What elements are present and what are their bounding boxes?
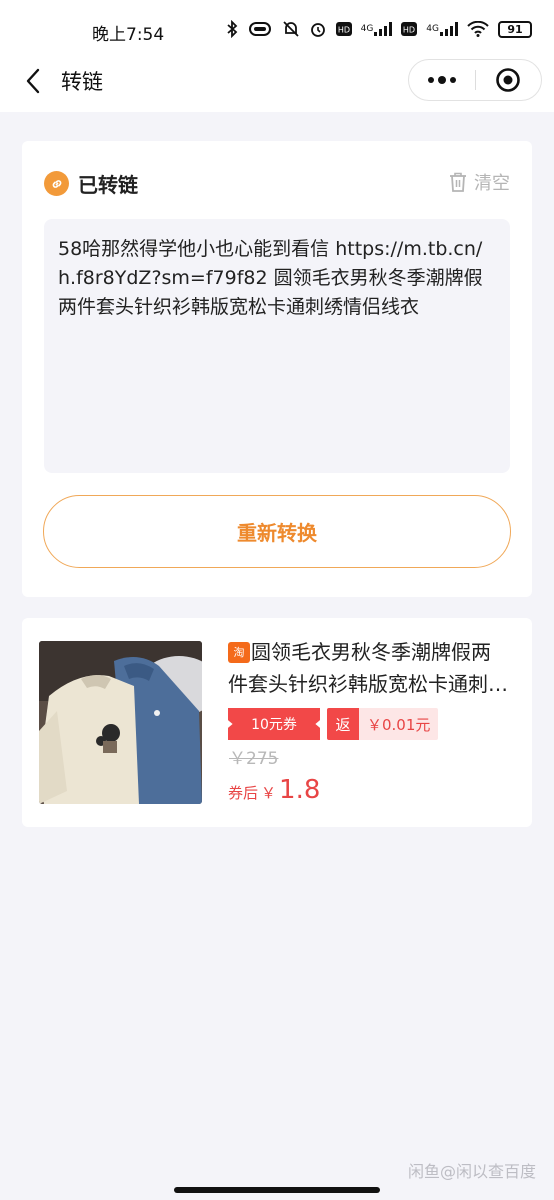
alarm-icon (309, 20, 327, 38)
nav-bar: 转链 (0, 50, 554, 112)
more-dots-icon (438, 76, 446, 84)
link-icon (44, 171, 69, 196)
reconvert-button[interactable]: 重新转换 (43, 495, 511, 568)
final-price-currency: ￥ (261, 784, 277, 802)
watermark: 闲鱼@闲以查百度 (407, 1162, 536, 1181)
bluetooth-icon (226, 20, 238, 38)
battery-icon: 91 (498, 20, 532, 38)
coupon-badge: 10元券 (228, 708, 320, 740)
signal-icon: 4G (361, 22, 393, 36)
chevron-left-icon (26, 68, 40, 94)
more-dots-icon (450, 77, 456, 83)
converted-text-area[interactable]: 58哈那然得学他小也心能到看信 https://m.tb.cn/h.f8r8Yd… (44, 219, 510, 473)
svg-text:HD: HD (403, 26, 415, 35)
close-mini-program-button[interactable] (476, 60, 541, 100)
final-price-label: 券后 (228, 784, 259, 802)
product-image[interactable] (39, 641, 202, 804)
converted-title: 已转链 (78, 173, 138, 197)
hd-icon: HD (335, 22, 352, 36)
original-price: ￥275 (229, 749, 279, 769)
product-title-text: 圆领毛衣男秋冬季潮牌假两件套头针织衫韩版宽松卡通刺绣情侣线衣 (228, 640, 508, 696)
svg-text:HD: HD (338, 26, 350, 35)
target-icon (496, 68, 521, 92)
taobao-badge: 淘 (228, 642, 250, 663)
home-indicator[interactable] (174, 1187, 380, 1193)
hd-icon: HD (401, 22, 418, 36)
trash-icon (450, 172, 466, 192)
back-button[interactable] (18, 64, 48, 98)
rebate-tag: 返 (327, 708, 359, 740)
clear-label: 清空 (474, 173, 510, 194)
vibrate-icon (247, 21, 273, 37)
more-button[interactable] (409, 60, 475, 100)
final-price: 1.8 (279, 775, 321, 805)
rebate-badge: 返 ￥0.01元 (327, 708, 439, 740)
rebate-amount: ￥0.01元 (359, 708, 439, 740)
mini-program-capsule (408, 59, 542, 101)
final-price-row: 券后 ￥ 1.8 (228, 775, 320, 805)
wifi-icon (467, 21, 489, 37)
converted-header: 已转链 (44, 169, 138, 198)
coupon-row: 10元券 返 ￥0.01元 (228, 708, 439, 740)
network-label: 4G (360, 24, 374, 34)
clear-button[interactable]: 清空 (449, 169, 510, 195)
signal-icon: 4G (426, 22, 458, 36)
status-icons: HD 4G HD 4G 91 (226, 20, 532, 38)
product-title[interactable]: 淘圆领毛衣男秋冬季潮牌假两件套头针织衫韩版宽松卡通刺绣情侣线衣 (228, 636, 510, 700)
more-dots-icon (428, 77, 434, 83)
network-label: 4G (426, 24, 439, 34)
converted-card: 已转链 清空 58哈那然得学他小也心能到看信 https://m.tb.cn/h… (22, 141, 532, 597)
page-title: 转链 (61, 70, 103, 94)
status-time: 晚上7:54 (92, 25, 165, 45)
mute-icon (282, 20, 300, 38)
product-card[interactable]: 淘圆领毛衣男秋冬季潮牌假两件套头针织衫韩版宽松卡通刺绣情侣线衣 10元券 返 ￥… (22, 618, 532, 827)
